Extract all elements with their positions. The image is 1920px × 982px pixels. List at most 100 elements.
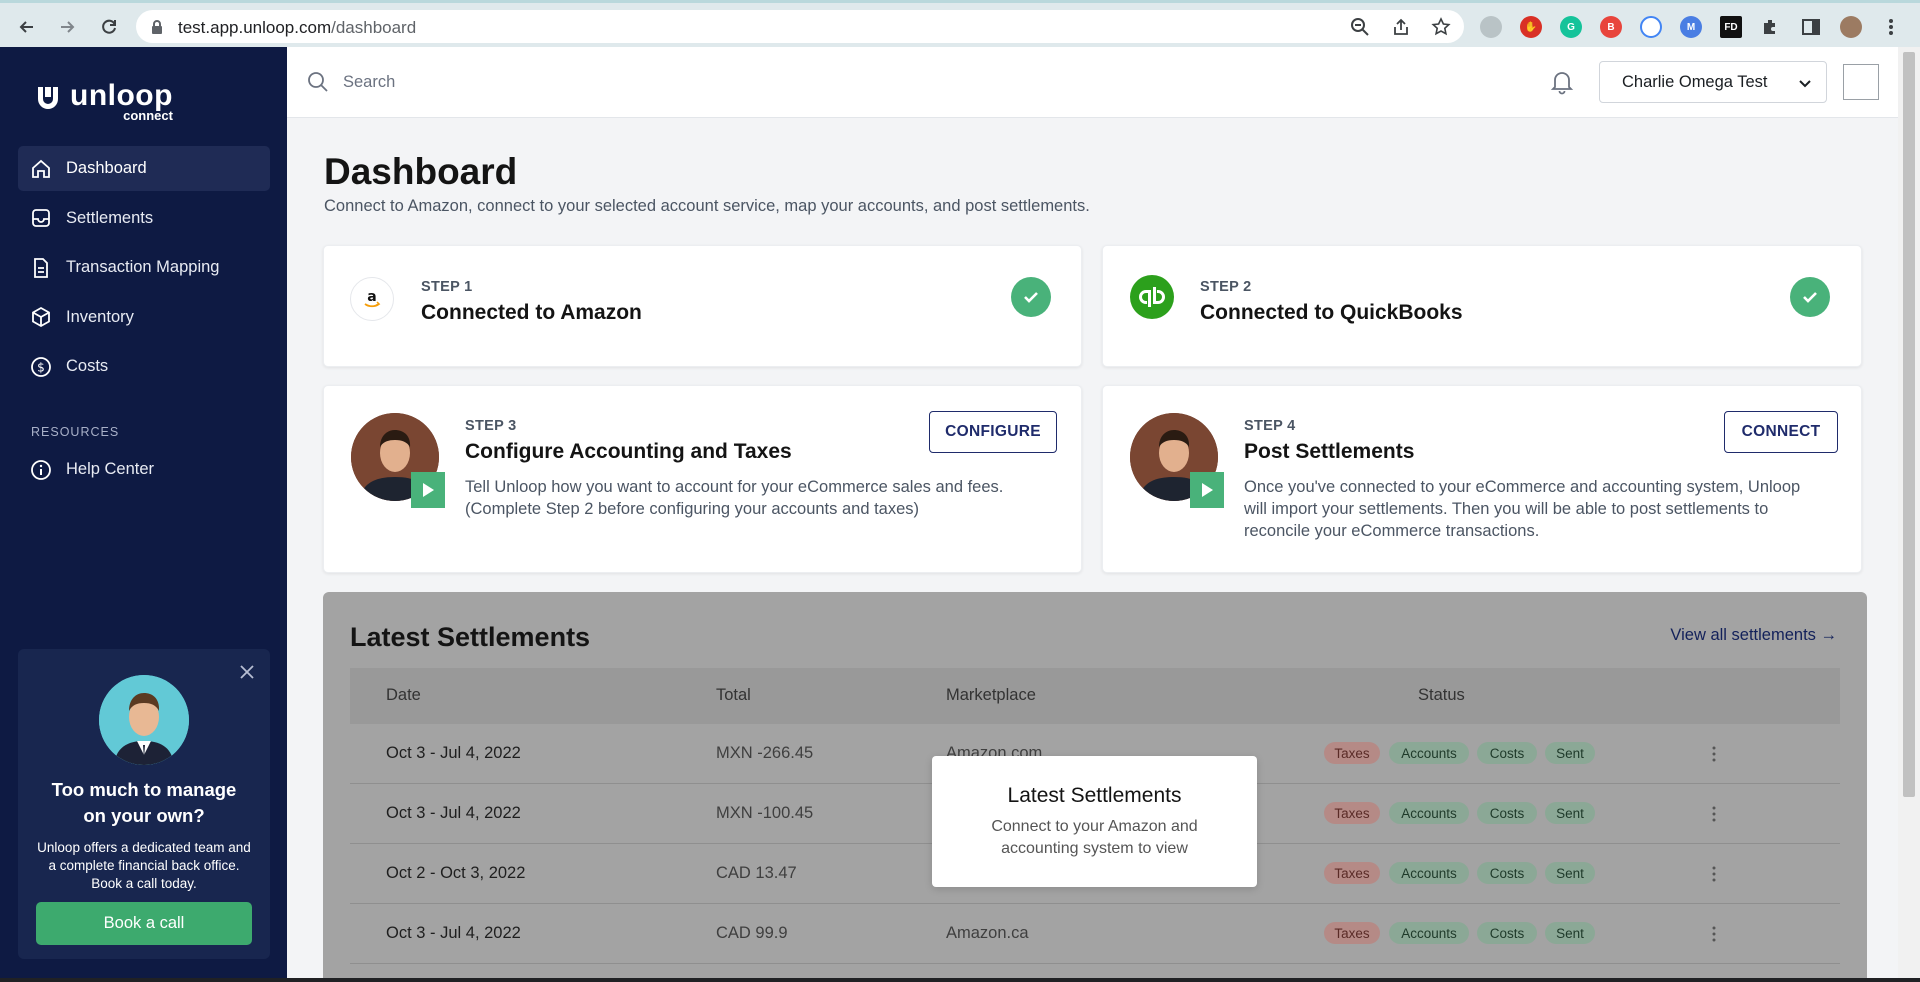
grammarly-icon[interactable]: G <box>1560 16 1582 38</box>
step-3-card: STEP 3 Configure Accounting and Taxes Te… <box>323 385 1082 573</box>
url-text: test.app.unloop.com/dashboard <box>178 18 417 37</box>
zoom-icon[interactable] <box>1350 17 1370 37</box>
user-menu-dropdown[interactable]: Charlie Omega Test <box>1599 61 1827 103</box>
table-header: Date Total Marketplace Status <box>350 668 1840 724</box>
svg-text:a: a <box>367 289 376 305</box>
sidebar-item-help-center[interactable]: Help Center <box>18 447 270 492</box>
step-label: STEP 3 <box>465 418 517 434</box>
document-icon <box>30 257 52 279</box>
menu-kebab-icon[interactable] <box>1880 16 1902 38</box>
status-badge: Sent <box>1545 862 1595 884</box>
sidebar-item-transaction-mapping[interactable]: Transaction Mapping <box>18 245 270 290</box>
sidebar-nav: Dashboard Settlements Transaction Mappin… <box>18 146 270 394</box>
column-header[interactable]: Marketplace <box>946 686 1036 705</box>
status-badge: Taxes <box>1324 742 1380 764</box>
settlement-marketplace: Amazon.ca <box>946 924 1029 942</box>
status-badge: Costs <box>1477 802 1537 824</box>
empty-state-text: Connect to your Amazon and accounting sy… <box>991 818 1198 857</box>
settlement-date: Oct 3 - Jul 4, 2022 <box>386 804 521 822</box>
extension-icon[interactable]: ✋ <box>1520 16 1542 38</box>
sidebar: unloop connect Dashboard Settlements Tra… <box>0 47 287 982</box>
extension-icon[interactable]: B <box>1600 16 1622 38</box>
home-icon <box>30 158 52 180</box>
user-avatar[interactable] <box>1843 64 1879 100</box>
check-icon <box>1011 277 1051 317</box>
check-icon <box>1790 277 1830 317</box>
svg-text:$: $ <box>37 360 45 374</box>
share-icon[interactable] <box>1391 17 1411 37</box>
play-icon[interactable] <box>411 472 445 508</box>
unloop-logo-icon <box>38 87 58 109</box>
row-menu-icon[interactable] <box>1711 864 1717 884</box>
advisor-avatar <box>99 675 189 765</box>
top-bar: Charlie Omega Test <box>287 47 1898 118</box>
status-badge: Costs <box>1477 742 1537 764</box>
book-a-call-button[interactable]: Book a call <box>36 902 252 945</box>
sidebar-item-label: Costs <box>66 357 109 375</box>
address-bar[interactable]: test.app.unloop.com/dashboard <box>136 10 1464 43</box>
settlement-total: CAD 99.9 <box>716 924 788 942</box>
sidebar-item-label: Inventory <box>66 307 134 326</box>
scrollbar-thumb[interactable] <box>1903 52 1915 797</box>
dollar-circle-icon: $ <box>30 356 52 378</box>
side-panel-icon[interactable] <box>1800 16 1822 38</box>
step-description: Once you've connected to your eCommerce … <box>1244 478 1801 540</box>
back-icon[interactable] <box>12 12 42 42</box>
step-title: Connected to Amazon <box>421 301 642 324</box>
play-icon[interactable] <box>1190 472 1224 508</box>
sidebar-item-settlements[interactable]: Settlements <box>18 196 270 241</box>
profile-avatar-icon[interactable] <box>1840 16 1862 38</box>
step-4-card: STEP 4 Post Settlements Once you've conn… <box>1102 385 1862 573</box>
settlement-date: Oct 2 - Oct 3, 2022 <box>386 864 526 882</box>
window-bottom-edge <box>0 978 1920 982</box>
brand-name: unloop <box>70 79 173 112</box>
row-menu-icon[interactable] <box>1711 804 1717 824</box>
sidebar-item-inventory[interactable]: Inventory <box>18 295 270 340</box>
forward-icon[interactable] <box>52 12 82 42</box>
sidebar-item-label: Transaction Mapping <box>66 258 220 276</box>
extension-icon[interactable] <box>1640 16 1662 38</box>
inbox-icon <box>30 207 52 229</box>
reload-icon[interactable] <box>94 12 124 42</box>
close-icon[interactable] <box>238 663 256 681</box>
sidebar-item-label: Help Center <box>66 460 155 478</box>
resources-heading: RESOURCES <box>31 425 120 439</box>
sidebar-item-dashboard[interactable]: Dashboard <box>18 146 270 191</box>
logo[interactable]: unloop connect <box>34 81 173 122</box>
table-row[interactable]: Oct 3 - Jul 4, 2022 CAD 99.9 Amazon.ca T… <box>350 904 1840 964</box>
search-input[interactable] <box>343 67 943 97</box>
configure-button[interactable]: CONFIGURE <box>929 411 1057 453</box>
bell-icon[interactable] <box>1550 69 1574 100</box>
row-menu-icon[interactable] <box>1711 744 1717 764</box>
status-badge: Accounts <box>1389 742 1469 764</box>
view-all-settlements-link[interactable]: View all settlements → <box>1670 626 1837 645</box>
status-badge: Sent <box>1545 922 1595 944</box>
extension-icon[interactable]: FD <box>1720 16 1742 38</box>
settlements-empty-state: Latest Settlements Connect to your Amazo… <box>932 756 1257 887</box>
column-header[interactable]: Date <box>386 686 421 705</box>
search-icon <box>307 71 329 98</box>
extension-icon[interactable] <box>1480 16 1502 38</box>
extension-icon[interactable]: M <box>1680 16 1702 38</box>
status-badge: Accounts <box>1389 802 1469 824</box>
row-menu-icon[interactable] <box>1711 924 1717 944</box>
step-title: Connected to QuickBooks <box>1200 301 1463 324</box>
column-header[interactable]: Status <box>1418 686 1465 705</box>
promo-card: Too much to manage on your own? Unloop o… <box>18 649 270 959</box>
step-title: Post Settlements <box>1244 440 1415 463</box>
connect-button[interactable]: CONNECT <box>1724 411 1838 453</box>
bookmark-star-icon[interactable] <box>1431 17 1451 37</box>
settlement-date: Oct 3 - Jul 4, 2022 <box>386 924 521 942</box>
settlement-total: MXN -266.45 <box>716 744 814 762</box>
sidebar-item-costs[interactable]: $ Costs <box>18 344 270 389</box>
puzzle-icon[interactable] <box>1760 16 1782 38</box>
step-description: Tell Unloop how you want to account for … <box>465 478 1004 518</box>
status-badge: Accounts <box>1389 922 1469 944</box>
user-name: Charlie Omega Test <box>1622 72 1768 91</box>
status-badge: Taxes <box>1324 802 1380 824</box>
info-icon <box>30 459 52 481</box>
status-badge: Taxes <box>1324 922 1380 944</box>
promo-title: Too much to manage on your own? <box>51 779 237 826</box>
browser-toolbar: test.app.unloop.com/dashboard ✋ G B M FD <box>0 0 1920 47</box>
column-header[interactable]: Total <box>716 686 751 705</box>
